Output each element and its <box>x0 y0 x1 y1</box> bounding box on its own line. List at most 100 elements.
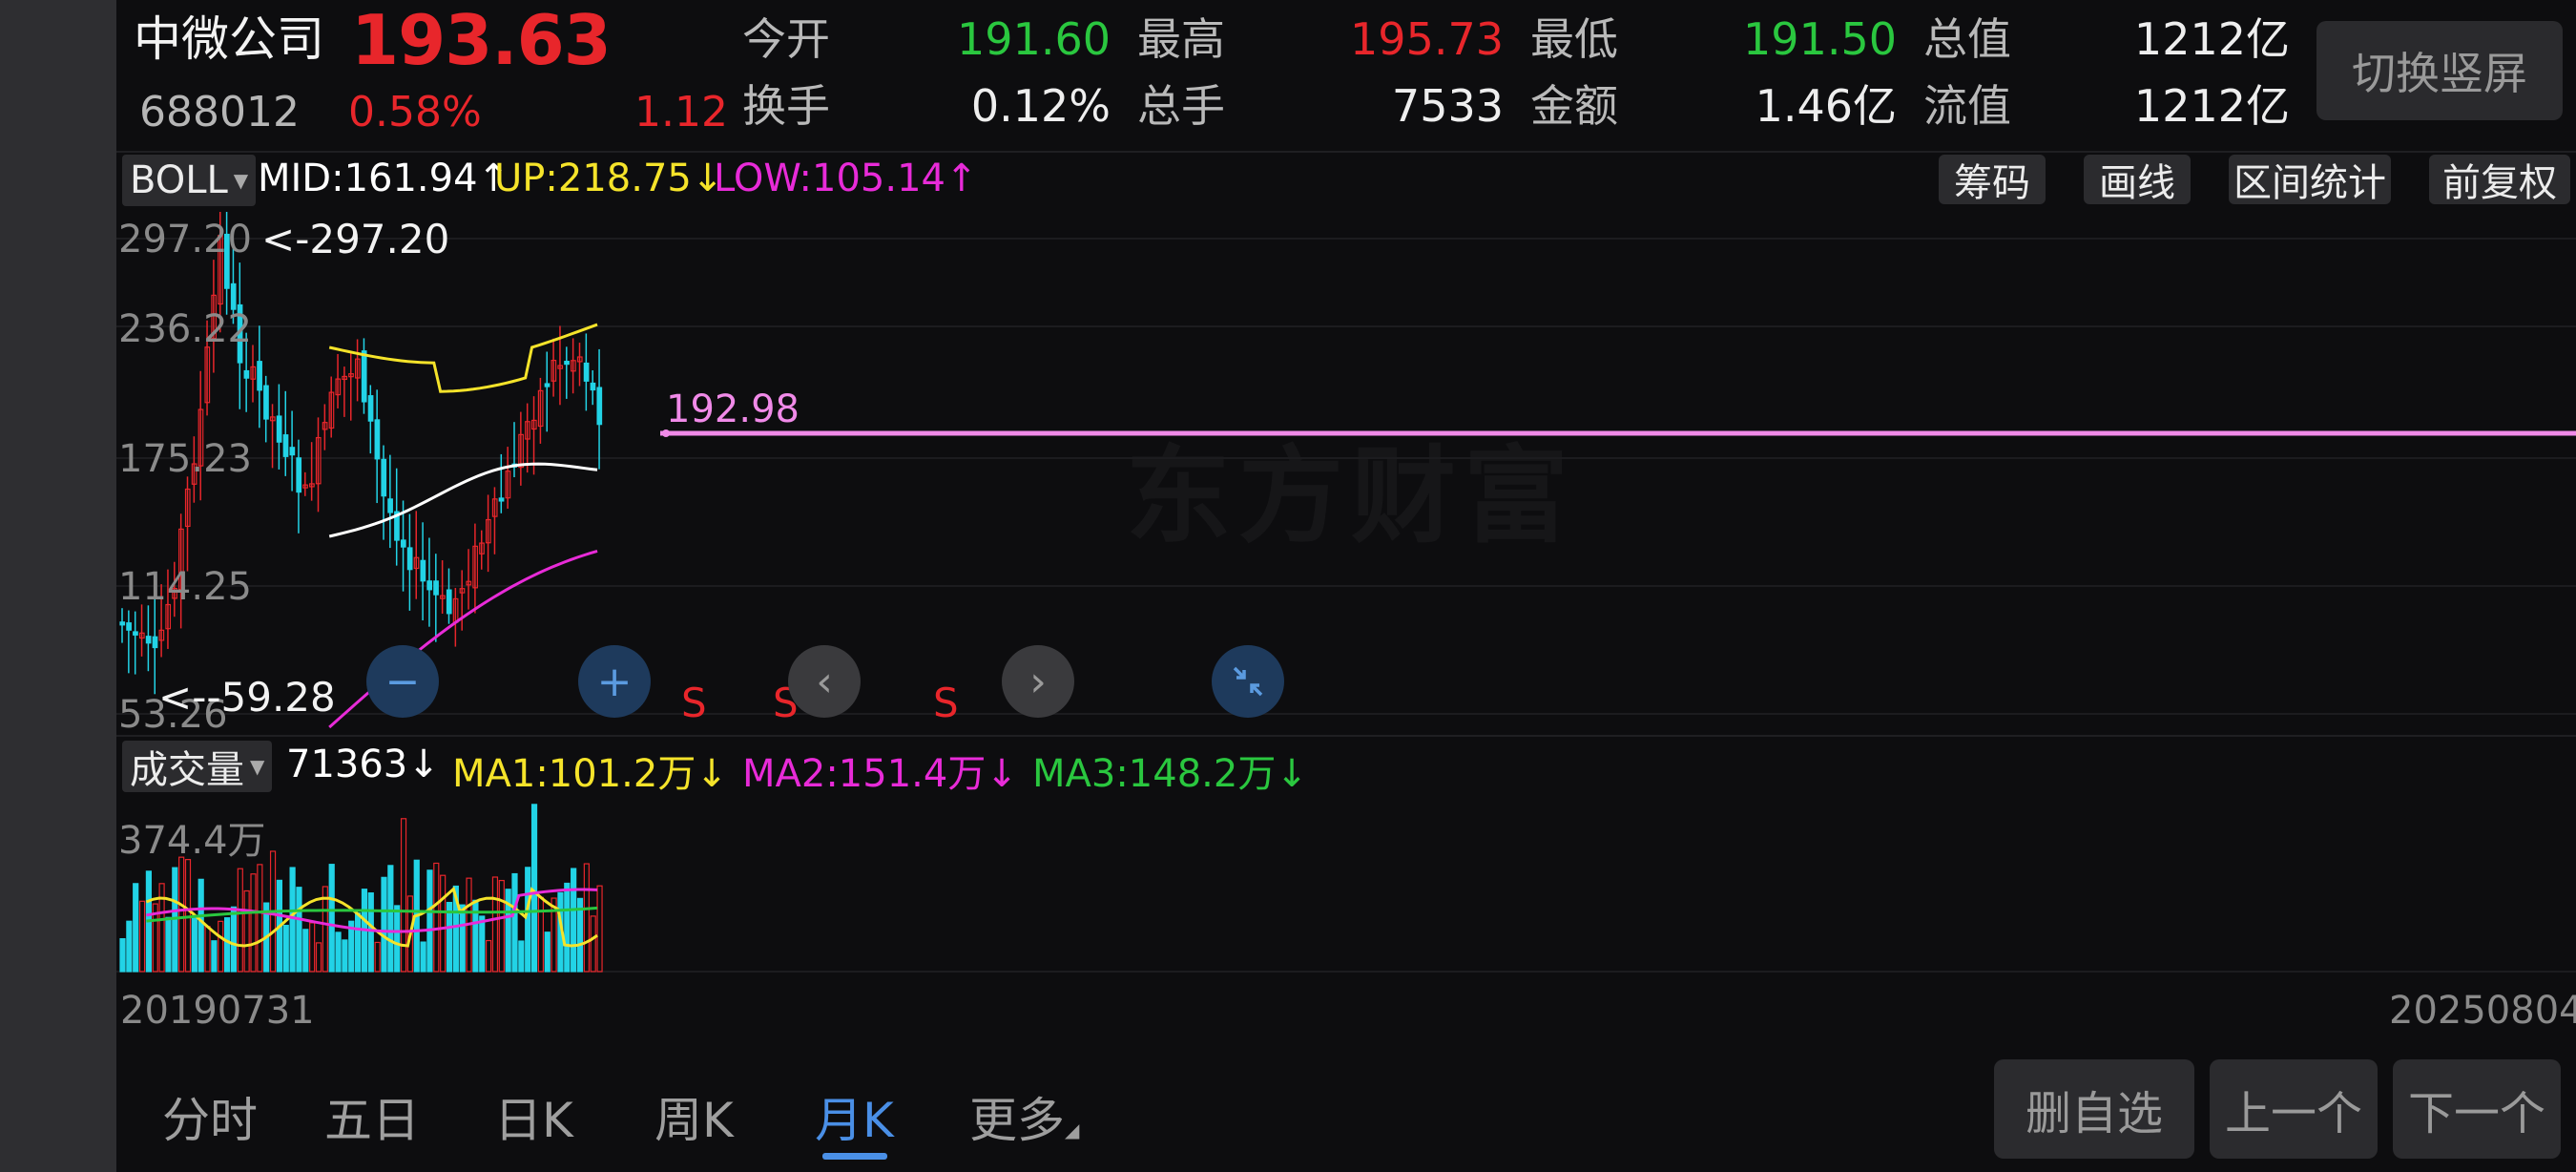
float-value: 1212亿 <box>2133 80 2290 132</box>
y-tick-1: 297.20 <box>118 218 252 262</box>
volume-bar <box>426 869 433 973</box>
volume-bar <box>355 912 362 973</box>
total-value-label: 总值 <box>1923 13 2011 65</box>
previous-stock-button[interactable]: 上一个 <box>2210 1059 2378 1159</box>
candle-body <box>289 447 296 456</box>
boll-mid: MID:161.94↑ <box>258 157 510 200</box>
high-label: 最高 <box>1137 13 1225 65</box>
boll-low: LOW:105.14↑ <box>714 157 978 200</box>
tab-monthly-k[interactable]: 月K <box>815 1082 894 1151</box>
adjust-button[interactable]: 前复权 <box>2429 155 2570 205</box>
volume-bar <box>178 856 185 973</box>
end-date: 20250804 <box>2389 989 2576 1033</box>
scroll-left-button[interactable]: ‹ <box>788 645 861 718</box>
boll-up-line <box>328 323 598 393</box>
zoom-in-button[interactable]: + <box>578 645 651 718</box>
y-tick-4: 114.25 <box>118 565 252 609</box>
dropdown-caret-icon: ▼ <box>233 169 249 192</box>
start-date: 20190731 <box>120 989 315 1033</box>
volume-bar <box>335 931 342 973</box>
turnover-label: 换手 <box>742 80 830 132</box>
minus-icon: − <box>384 657 421 706</box>
volume-bar <box>486 939 492 973</box>
remove-watchlist-button[interactable]: 删自选 <box>1994 1059 2194 1159</box>
volume-selector[interactable]: 成交量 ▼ <box>122 741 273 792</box>
volume-bar <box>282 924 289 973</box>
volume-bar <box>571 868 577 973</box>
tab-more[interactable]: 更多◢ <box>969 1082 1079 1151</box>
stock-price: 193.63 <box>351 0 612 80</box>
volume-bar <box>544 931 551 973</box>
scroll-right-button[interactable]: › <box>1002 645 1074 718</box>
candle-body <box>257 361 262 391</box>
left-edge-strip <box>0 0 116 1172</box>
min-price-marker: <--59.28 <box>158 674 336 721</box>
chevron-left-icon: ‹ <box>816 657 833 706</box>
signal-s-1: S <box>681 680 707 726</box>
signal-s-3: S <box>933 680 959 726</box>
amount-value: 1.46亿 <box>1755 80 1897 132</box>
reset-zoom-button[interactable] <box>1212 645 1284 718</box>
range-stats-button[interactable]: 区间统计 <box>2229 155 2391 205</box>
volume-chart[interactable] <box>116 798 2576 973</box>
candle-body <box>145 636 152 644</box>
volume-ma2: MA2:151.4万↓ <box>742 752 1018 796</box>
volume-bar <box>479 915 486 973</box>
volume-value: 7533 <box>1391 80 1504 132</box>
volume-bar <box>309 922 316 973</box>
candle-body <box>126 622 132 631</box>
volume-bar <box>459 904 466 973</box>
tab-weekly-k[interactable]: 周K <box>654 1082 734 1151</box>
float-value-label: 流值 <box>1923 80 2011 132</box>
candle-body <box>276 415 282 443</box>
divider <box>116 735 2576 737</box>
volume-bar <box>590 915 596 973</box>
volume-bar <box>218 920 224 973</box>
candle-body <box>426 580 433 591</box>
volume-bar <box>387 865 394 973</box>
volume-bar <box>289 867 296 973</box>
volume-bar <box>420 941 426 973</box>
candle-body <box>133 631 138 636</box>
candle-body <box>498 497 505 502</box>
volume-bar <box>315 942 322 973</box>
volume-bar <box>530 804 538 973</box>
tab-daily-k[interactable]: 日K <box>494 1082 573 1151</box>
y-tick-2: 236.22 <box>118 307 252 351</box>
chip-button[interactable]: 筹码 <box>1939 155 2046 205</box>
volume-current: 71363↓ <box>286 743 440 786</box>
draw-line-button[interactable]: 画线 <box>2084 155 2191 205</box>
zoom-out-button[interactable]: − <box>366 645 439 718</box>
candle-body <box>446 589 452 615</box>
next-stock-button[interactable]: 下一个 <box>2393 1059 2561 1159</box>
tab-intraday[interactable]: 分时 <box>162 1082 258 1151</box>
volume-bar <box>257 864 263 973</box>
candle-body <box>420 559 426 582</box>
open-value: 191.60 <box>957 13 1111 65</box>
tab-five-day[interactable]: 五日 <box>324 1082 420 1151</box>
kline-chart[interactable] <box>116 212 2576 731</box>
volume-bar <box>223 917 231 973</box>
tab-more-label: 更多 <box>969 1093 1065 1148</box>
volume-bar <box>381 876 387 973</box>
volume-bar <box>596 885 603 973</box>
switch-portrait-button[interactable]: 切换竖屏 <box>2316 21 2563 120</box>
candle-body <box>406 547 413 571</box>
volume-bar <box>165 916 172 973</box>
candle-body <box>243 369 250 379</box>
boll-up: UP:218.75↓ <box>494 157 724 200</box>
indicator-name: BOLL <box>130 158 228 202</box>
indicator-selector[interactable]: BOLL ▼ <box>122 155 257 206</box>
volume-bar <box>296 887 302 973</box>
volume-bar <box>537 896 544 973</box>
turnover-value: 0.12% <box>970 80 1111 132</box>
stock-code: 688012 <box>139 88 300 136</box>
volume-bar <box>197 878 204 973</box>
volume-bar <box>250 873 257 973</box>
chevron-right-icon: › <box>1029 657 1047 706</box>
volume-bar <box>191 917 197 973</box>
volume-bar <box>367 892 374 973</box>
volume-bar <box>138 900 146 973</box>
volume-bar <box>237 868 243 973</box>
candle-body <box>564 361 570 366</box>
